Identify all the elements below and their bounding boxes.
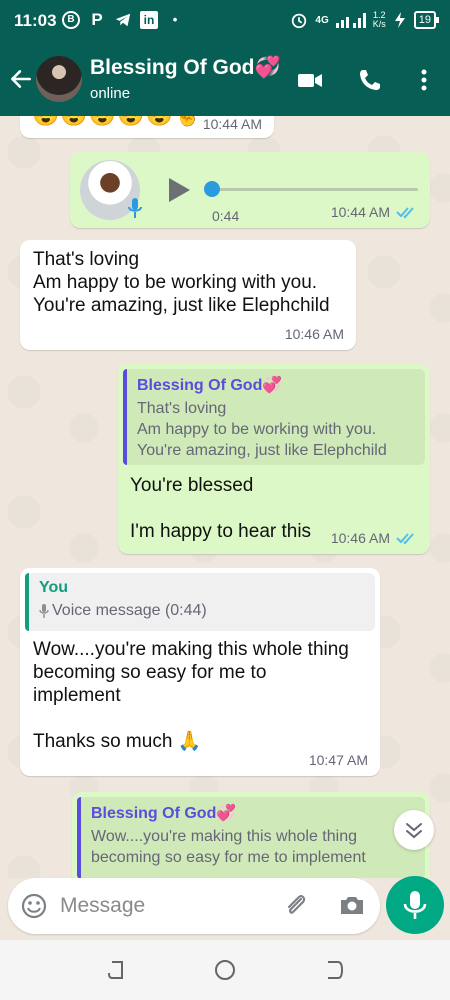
reply-quote[interactable]: Blessing Of God💞 That's loving Am happy … (123, 369, 425, 465)
mic-badge-icon (128, 198, 142, 218)
read-ticks-icon (396, 207, 414, 219)
net-speed: 1.2 K/s (373, 11, 386, 29)
quote-author: You (39, 579, 69, 596)
message-outgoing-voice[interactable]: 0:44 10:44 AM (70, 152, 430, 228)
dot-icon: • (172, 12, 178, 27)
emoji-text: 😍😍😍😍😍🤞 (32, 116, 202, 128)
message-text: That's loving Am happy to be working wit… (33, 249, 330, 316)
record-voice-button[interactable] (386, 876, 444, 934)
message-incoming-text[interactable]: That's loving Am happy to be working wit… (20, 240, 356, 350)
linkedin-icon: in (140, 11, 158, 29)
back-nav-icon[interactable] (322, 958, 346, 982)
video-call-icon[interactable] (296, 66, 324, 94)
quote-text: Wow....you're making this whole thing be… (91, 828, 366, 866)
status-bar: 11:03 B P in • 4G 1.2 K/s 19 (0, 0, 450, 44)
message-composer (8, 878, 380, 934)
battery-level: 19 (413, 11, 440, 29)
recent-apps-icon[interactable] (104, 958, 128, 982)
voice-progress-handle[interactable] (204, 181, 220, 197)
voice-progress-track[interactable] (210, 188, 418, 191)
double-chevron-down-icon (406, 823, 422, 839)
message-incoming-reply[interactable]: You Voice message (0:44) Wow....you're m… (20, 568, 380, 776)
message-meta: 10:46 AM (285, 326, 344, 342)
play-icon[interactable] (166, 176, 192, 204)
reply-quote[interactable]: Blessing Of God💞 Wow....you're making th… (77, 797, 425, 878)
message-meta: 10:47 AM (309, 752, 368, 768)
message-input[interactable] (60, 888, 270, 924)
voice-call-icon[interactable] (356, 66, 384, 94)
p-app-icon: P (91, 10, 103, 29)
quote-text: Voice message (0:44) (39, 600, 365, 621)
quote-author: Blessing Of God💞 (91, 805, 237, 822)
b-app-icon: B (62, 11, 80, 29)
back-arrow-icon[interactable] (8, 66, 34, 92)
mic-icon (403, 891, 427, 919)
net-type-label: 4G (315, 14, 329, 26)
voice-duration: 0:44 (212, 208, 240, 224)
attach-icon[interactable] (282, 891, 310, 919)
more-options-icon[interactable] (410, 66, 438, 94)
contact-name[interactable]: Blessing Of God💞 (90, 56, 281, 80)
notification-icons: B P in • (62, 11, 184, 29)
signal-icon (335, 13, 366, 28)
message-outgoing-reply[interactable]: Blessing Of God💞 That's loving Am happy … (118, 364, 430, 554)
message-time: 10:46 AM (330, 530, 390, 546)
message-incoming-emoji[interactable]: 😍😍😍😍😍🤞 10:44 AM (20, 116, 274, 138)
telegram-icon (115, 13, 131, 27)
status-right-icons: 4G 1.2 K/s 19 (290, 11, 440, 29)
read-ticks-icon (396, 533, 414, 545)
chat-header: Blessing Of God💞 online (0, 44, 450, 116)
home-icon[interactable] (213, 958, 237, 982)
chat-area[interactable]: 😍😍😍😍😍🤞 10:44 AM 0:44 10:44 AM That's lov… (0, 116, 450, 878)
message-meta: 10:46 AM (331, 530, 418, 546)
message-text: Wow....you're making this whole thing be… (33, 639, 349, 752)
contact-status: online (90, 85, 131, 102)
message-meta: 10:44 AM (331, 204, 418, 220)
quote-text: That's loving Am happy to be working wit… (137, 400, 387, 459)
quote-author: Blessing Of God💞 (137, 377, 283, 394)
scroll-to-bottom-button[interactable] (394, 810, 434, 850)
quote-voice-label: Voice message (0:44) (52, 602, 207, 619)
reply-quote[interactable]: You Voice message (0:44) (25, 573, 375, 631)
message-time: 10:47 AM (308, 752, 368, 768)
alarm-icon (292, 13, 307, 29)
system-nav-bar (0, 940, 450, 1000)
message-time: 10:44 AM (330, 204, 390, 220)
message-time: 10:46 AM (284, 326, 344, 342)
emoji-icon[interactable] (20, 892, 48, 920)
message-text: You're blessed I'm happy to hear this (130, 475, 312, 542)
camera-icon[interactable] (338, 891, 366, 919)
net-speed-unit: K/s (372, 19, 386, 29)
message-time: 10:44 AM (202, 116, 262, 132)
charging-icon (394, 12, 405, 28)
contact-avatar[interactable] (36, 56, 82, 102)
message-outgoing-reply-partial[interactable]: Blessing Of God💞 Wow....you're making th… (72, 792, 430, 878)
mic-small-icon (39, 603, 49, 618)
status-time: 11:03 (14, 11, 57, 30)
